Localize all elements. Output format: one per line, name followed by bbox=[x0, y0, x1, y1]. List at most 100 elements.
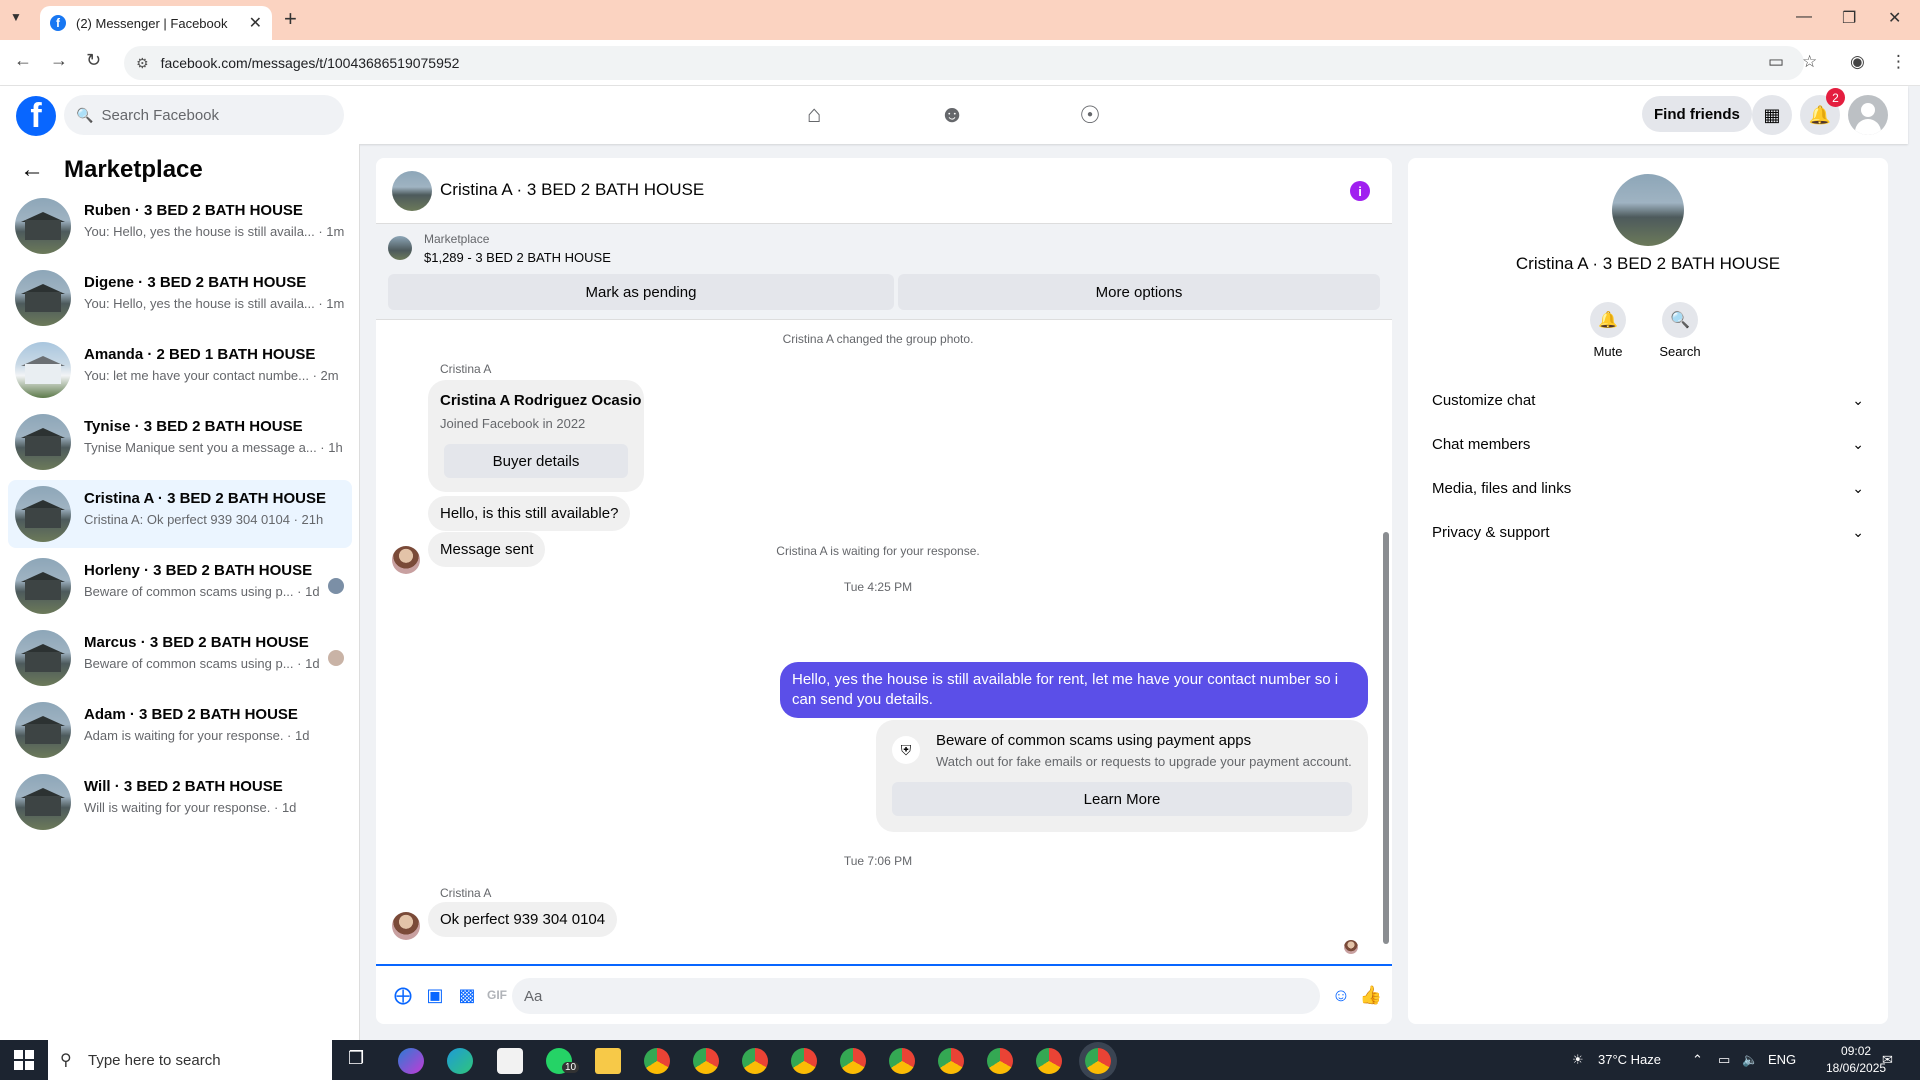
clock[interactable]: 09:02 18/06/2025 bbox=[1826, 1043, 1886, 1077]
sender-name: Cristina A bbox=[440, 362, 492, 376]
listing-thumbnail-large[interactable] bbox=[1612, 174, 1684, 246]
install-app-icon[interactable]: ▭ bbox=[1768, 52, 1784, 72]
forward-icon[interactable]: → bbox=[50, 50, 68, 71]
app-icon[interactable] bbox=[497, 1048, 523, 1074]
volume-icon[interactable]: 🔈 bbox=[1742, 1052, 1758, 1068]
conversation-item-digene[interactable]: Digene · 3 BED 2 BATH HOUSE You: Hello, … bbox=[8, 264, 352, 332]
browser-menu-icon[interactable]: ⋮ bbox=[1890, 52, 1907, 72]
menu-grid-icon[interactable]: ▦ bbox=[1752, 95, 1792, 135]
conversation-item-marcus[interactable]: Marcus · 3 BED 2 BATH HOUSE Beware of co… bbox=[8, 624, 352, 692]
site-info-icon[interactable]: ⚙ bbox=[136, 55, 149, 72]
message-scrollbar[interactable] bbox=[1380, 324, 1392, 958]
conversation-item-ruben[interactable]: Ruben · 3 BED 2 BATH HOUSE You: Hello, y… bbox=[8, 192, 352, 260]
tray-chevron-icon[interactable]: ⌃ bbox=[1692, 1052, 1703, 1068]
chrome-icon[interactable] bbox=[742, 1048, 768, 1074]
shield-icon: ⛨ bbox=[892, 736, 920, 764]
conversation-item-amanda[interactable]: Amanda · 2 BED 1 BATH HOUSE You: let me … bbox=[8, 336, 352, 404]
reload-icon[interactable]: ↻ bbox=[86, 50, 101, 71]
edge-icon[interactable] bbox=[447, 1048, 473, 1074]
conversation-item-horleny[interactable]: Horleny · 3 BED 2 BATH HOUSE Beware of c… bbox=[8, 552, 352, 620]
row-label: Privacy & support bbox=[1432, 523, 1550, 541]
facebook-logo-icon[interactable]: f bbox=[16, 96, 56, 136]
conversation-name: Tynise · 3 BED 2 BATH HOUSE bbox=[84, 418, 303, 435]
info-panel-name: Cristina A · 3 BED 2 BATH HOUSE bbox=[1515, 254, 1781, 273]
search-action[interactable]: 🔍 Search bbox=[1648, 302, 1712, 359]
listing-thumbnail bbox=[15, 630, 71, 686]
outgoing-message-bubble[interactable]: Hello, yes the house is still available … bbox=[780, 662, 1368, 718]
chrome-icon-active[interactable] bbox=[1085, 1048, 1111, 1074]
more-options-button[interactable]: More options bbox=[898, 274, 1380, 310]
conversation-item-cristina[interactable]: Cristina A · 3 BED 2 BATH HOUSE Cristina… bbox=[8, 480, 352, 548]
listing-price[interactable]: $1,289 - 3 BED 2 BATH HOUSE bbox=[424, 250, 611, 265]
url-field[interactable]: ⚙ facebook.com/messages/t/10043686519075… bbox=[124, 46, 1804, 80]
plus-icon[interactable]: ⨁ bbox=[392, 984, 414, 1006]
bookmark-star-icon[interactable]: ☆ bbox=[1802, 52, 1817, 72]
chrome-icon[interactable] bbox=[889, 1048, 915, 1074]
sender-avatar[interactable] bbox=[392, 912, 420, 940]
home-icon[interactable]: ⌂ bbox=[794, 98, 834, 132]
chat-title[interactable]: Cristina A · 3 BED 2 BATH HOUSE bbox=[440, 180, 704, 200]
file-explorer-icon[interactable] bbox=[595, 1048, 621, 1074]
learn-more-button[interactable]: Learn More bbox=[892, 782, 1352, 816]
message-input[interactable]: Aa bbox=[512, 978, 1320, 1014]
language-indicator[interactable]: ENG bbox=[1768, 1052, 1796, 1067]
windows-start-icon[interactable] bbox=[14, 1050, 34, 1070]
mute-label: Mute bbox=[1593, 344, 1623, 359]
copilot-icon[interactable] bbox=[398, 1048, 424, 1074]
chevron-down-icon: ⌄ bbox=[1852, 391, 1864, 408]
chrome-icon[interactable] bbox=[644, 1048, 670, 1074]
media-files-links-row[interactable]: Media, files and links ⌄ bbox=[1424, 470, 1872, 506]
browser-tab[interactable]: f (2) Messenger | Facebook ✕ bbox=[40, 6, 272, 40]
groups-icon[interactable]: ☉ bbox=[1070, 98, 1110, 132]
mark-pending-button[interactable]: Mark as pending bbox=[388, 274, 894, 310]
facebook-search-input[interactable]: 🔍 Search Facebook bbox=[64, 95, 344, 135]
gif-icon[interactable]: GIF bbox=[486, 984, 508, 1006]
back-icon[interactable]: ← bbox=[14, 50, 32, 71]
scrollbar-thumb[interactable] bbox=[1383, 532, 1389, 944]
conversation-item-will[interactable]: Will · 3 BED 2 BATH HOUSE Will is waitin… bbox=[8, 768, 352, 836]
tab-title: (2) Messenger | Facebook bbox=[76, 15, 228, 31]
friends-icon[interactable]: ☻ bbox=[932, 98, 972, 132]
back-arrow-icon[interactable]: ← bbox=[20, 156, 44, 184]
sticker-icon[interactable]: ▩ bbox=[456, 984, 478, 1006]
minimize-icon[interactable]: — bbox=[1796, 8, 1812, 26]
task-view-icon[interactable]: ❐ bbox=[348, 1048, 374, 1074]
chrome-icon[interactable] bbox=[840, 1048, 866, 1074]
close-window-icon[interactable]: ✕ bbox=[1888, 8, 1901, 28]
new-tab-icon[interactable]: + bbox=[284, 6, 297, 32]
network-icon[interactable]: ▭ bbox=[1718, 1052, 1730, 1068]
sender-name: Cristina A bbox=[440, 886, 492, 900]
close-tab-icon[interactable]: ✕ bbox=[249, 13, 262, 33]
mute-action[interactable]: 🔔 Mute bbox=[1576, 302, 1640, 359]
restore-icon[interactable]: ❐ bbox=[1842, 8, 1856, 28]
find-friends-button[interactable]: Find friends bbox=[1642, 96, 1752, 132]
customize-chat-row[interactable]: Customize chat ⌄ bbox=[1424, 382, 1872, 418]
chrome-icon[interactable] bbox=[987, 1048, 1013, 1074]
chat-members-row[interactable]: Chat members ⌄ bbox=[1424, 426, 1872, 462]
chrome-icon[interactable] bbox=[938, 1048, 964, 1074]
chrome-icon[interactable] bbox=[693, 1048, 719, 1074]
taskbar-search-input[interactable]: ⚲ Type here to search bbox=[48, 1040, 332, 1080]
emoji-icon[interactable]: ☺ bbox=[1330, 984, 1352, 1006]
buyer-details-button[interactable]: Buyer details bbox=[444, 444, 628, 478]
action-center-icon[interactable]: ✉ bbox=[1882, 1052, 1893, 1068]
like-thumb-icon[interactable]: 👍 bbox=[1360, 984, 1382, 1006]
privacy-support-row[interactable]: Privacy & support ⌄ bbox=[1424, 514, 1872, 550]
account-icon[interactable]: ◉ bbox=[1850, 52, 1865, 72]
conversation-item-tynise[interactable]: Tynise · 3 BED 2 BATH HOUSE Tynise Maniq… bbox=[8, 408, 352, 476]
conversation-item-adam[interactable]: Adam · 3 BED 2 BATH HOUSE Adam is waitin… bbox=[8, 696, 352, 764]
chrome-icon[interactable] bbox=[791, 1048, 817, 1074]
message-bubble[interactable]: Ok perfect 939 304 0104 bbox=[428, 902, 618, 937]
info-icon[interactable]: i bbox=[1350, 181, 1370, 201]
conversation-preview: You: Hello, yes the house is still avail… bbox=[84, 296, 345, 311]
account-avatar[interactable] bbox=[1848, 95, 1888, 135]
tab-search-dropdown-icon[interactable]: ▼ bbox=[10, 10, 22, 24]
message-bubble[interactable]: Hello, is this still available? bbox=[428, 496, 631, 531]
weather-icon[interactable]: ☀ bbox=[1572, 1052, 1584, 1068]
listing-thumbnail bbox=[388, 236, 412, 260]
chat-thumbnail[interactable] bbox=[392, 171, 432, 211]
weather-text[interactable]: 37°C Haze bbox=[1598, 1052, 1661, 1067]
facebook-favicon-icon: f bbox=[50, 15, 66, 31]
chrome-icon[interactable] bbox=[1036, 1048, 1062, 1074]
image-icon[interactable]: ▣ bbox=[424, 984, 446, 1006]
